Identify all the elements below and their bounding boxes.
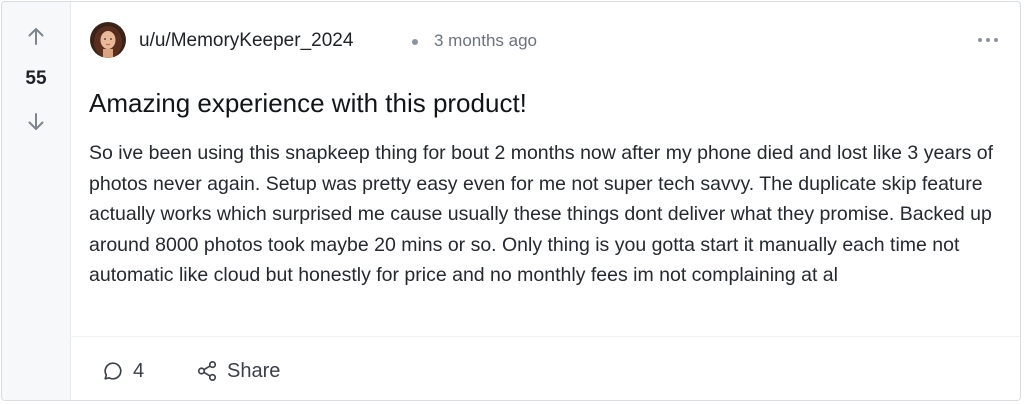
more-options-button[interactable] (976, 32, 1000, 48)
separator-dot (412, 39, 418, 45)
vote-column: 55 (2, 2, 71, 400)
post-title: Amazing experience with this product! (89, 88, 527, 118)
comments-button[interactable]: 4 (102, 359, 144, 383)
upvote-button[interactable] (24, 24, 48, 48)
avatar-image (90, 22, 126, 58)
arrow-up-icon (28, 28, 44, 45)
post-card: 55 u/u/MemoryKeeper_2024 3 months ago Am… (1, 1, 1021, 401)
post-timestamp: 3 months ago (434, 31, 538, 50)
downvote-button[interactable] (24, 110, 48, 134)
comment-count: 4 (133, 359, 145, 382)
post-body: So ive been using this snapkeep thing fo… (89, 142, 994, 286)
vote-score: 55 (25, 68, 47, 89)
post-main: u/u/MemoryKeeper_2024 3 months ago Amazi… (70, 2, 1020, 400)
author-username[interactable]: u/u/MemoryKeeper_2024 (139, 30, 353, 52)
arrow-down-icon (28, 113, 44, 130)
share-nodes-icon (197, 361, 217, 381)
more-horizontal-icon (978, 38, 998, 42)
avatar[interactable] (90, 22, 126, 58)
share-label: Share (227, 359, 281, 382)
share-button[interactable]: Share (196, 359, 280, 383)
comment-bubble-icon (104, 362, 122, 380)
post-actions: 4 Share (70, 336, 1020, 400)
